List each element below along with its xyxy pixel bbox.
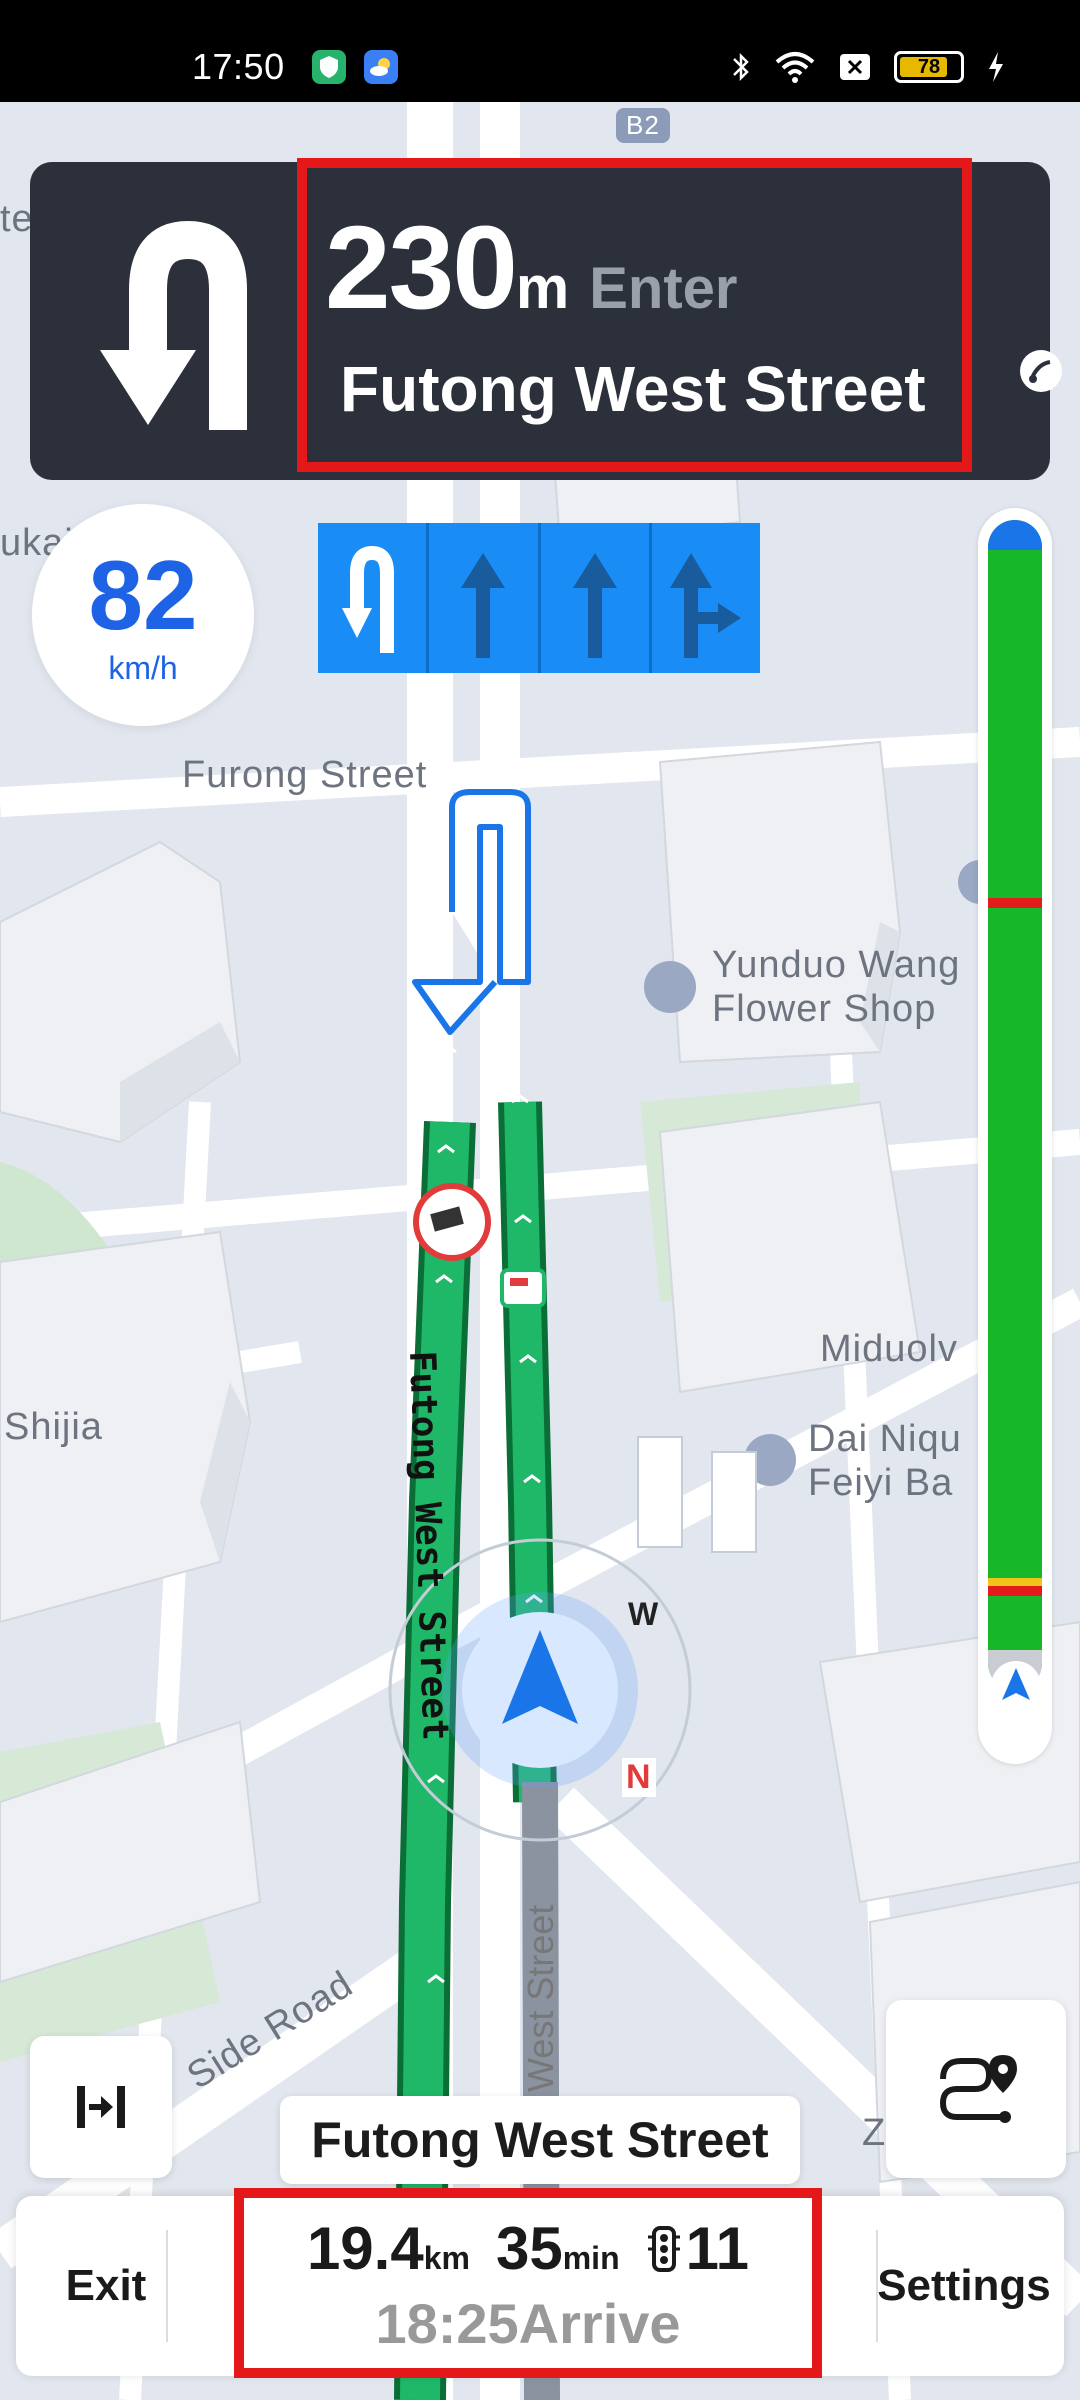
trip-duration-unit: min	[562, 2240, 620, 2276]
trip-arrival: 18:25Arrive	[244, 2291, 812, 2356]
status-icons: 78	[730, 50, 1006, 84]
lane-straight-right-icon	[652, 523, 760, 673]
battery-icon: 78	[894, 51, 964, 83]
speed-unit: km/h	[108, 650, 178, 686]
wifi-icon	[775, 52, 815, 83]
trip-info[interactable]: 19.4km 35min 11 18:25Arrive	[234, 2188, 822, 2378]
exit-lane-icon	[77, 2086, 125, 2128]
compass-n: N	[622, 1758, 656, 1797]
route-progress-inner	[988, 520, 1042, 1690]
lane-straight-icon	[541, 523, 652, 673]
map-label-dai-2: Feiyi Ba	[808, 1462, 954, 1504]
instruction-action: Enter	[589, 256, 738, 321]
battery-level: 78	[917, 56, 941, 78]
bluetooth-icon	[733, 52, 749, 82]
traffic-light-icon	[646, 2218, 682, 2287]
arrive-time: 18:25	[375, 2292, 519, 2355]
route-overview-icon	[939, 2055, 1017, 2123]
current-road-label: Futong West Street	[280, 2096, 800, 2184]
lane-guidance	[318, 523, 760, 673]
traffic-light-count: 11	[685, 2215, 750, 2282]
divider	[166, 2230, 168, 2342]
trip-distance: 19.4	[306, 2215, 424, 2282]
lane-straight-icon	[429, 523, 541, 673]
exit-lane-button[interactable]	[30, 2036, 172, 2178]
settings-button[interactable]: Settings	[864, 2196, 1064, 2376]
progress-destination-segment	[988, 520, 1042, 550]
instruction-street: Futong West Street	[340, 353, 926, 425]
weather-app-icon	[364, 50, 398, 84]
map-label-furong-street: Furong Street	[182, 754, 428, 796]
map-label-partial-te: te	[0, 198, 34, 240]
trip-summary: 19.4km 35min 11	[244, 2214, 812, 2287]
map-label-miduolv: Miduolv	[820, 1328, 958, 1370]
trip-duration: 35	[495, 2215, 563, 2282]
distance-unit: m	[515, 254, 570, 321]
map-label-yunduo-2: Flower Shop	[712, 988, 937, 1030]
speed-indicator: 82 km/h	[32, 504, 254, 726]
compass-w: W	[628, 1596, 660, 1632]
trip-distance-unit: km	[423, 2240, 470, 2276]
map-label-yunduo-1: Yunduo Wang	[712, 944, 961, 986]
map-badge-b2: B2	[616, 108, 670, 143]
voice-broadcast-icon[interactable]	[1018, 348, 1064, 394]
map-label-dai-1: Dai Niqu	[808, 1418, 962, 1460]
map-label-partial-z: Z	[862, 2112, 887, 2154]
progress-congestion-segment	[988, 898, 1042, 908]
distance-line: 230m Enter	[325, 200, 738, 336]
lane-u-turn-left-icon	[318, 523, 430, 673]
map-label-shijia: Shijia	[4, 1406, 103, 1448]
status-time: 17:50	[192, 46, 285, 87]
exit-button[interactable]: Exit	[36, 2196, 176, 2376]
arrive-label: Arrive	[518, 2292, 681, 2355]
progress-slow-segment	[988, 1578, 1042, 1586]
map-label-west-street: West Street	[520, 1904, 561, 2092]
status-bar: 17:50 78	[0, 0, 1080, 102]
shield-app-icon	[312, 50, 346, 84]
distance-value: 230	[325, 202, 518, 334]
speed-value: 82	[88, 540, 198, 650]
charging-icon	[989, 52, 1003, 82]
progress-congestion-segment	[988, 1586, 1042, 1596]
u-turn-icon	[78, 210, 306, 438]
progress-position-icon	[990, 1660, 1042, 1712]
no-sim-icon	[840, 54, 870, 80]
route-overview-button[interactable]	[886, 2000, 1066, 2178]
route-progress-bar	[978, 508, 1052, 1764]
